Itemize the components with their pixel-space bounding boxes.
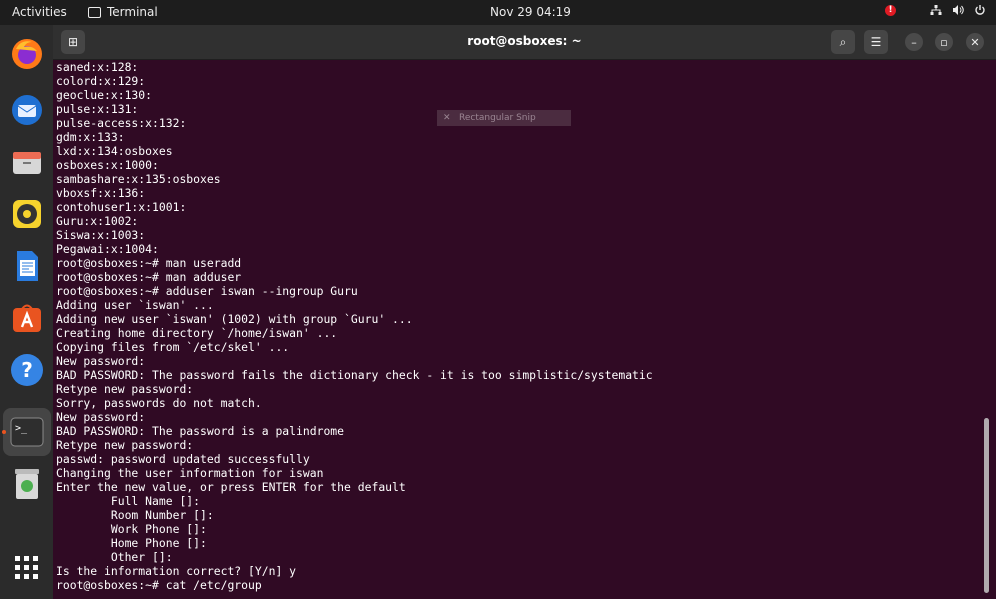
snip-label: Rectangular Snip (459, 113, 536, 123)
terminal-icon[interactable]: >_ (8, 413, 46, 451)
terminal-line: gdm:x:133: (56, 130, 125, 144)
terminal-line: Creating home directory `/home/iswan' ..… (56, 326, 338, 340)
terminal-line: root@osboxes:~# man useradd (56, 256, 242, 270)
terminal-line: Home Phone []: (56, 536, 207, 550)
header-bar: ⊞ root@osboxes: ~ ⌕ ☰ – ▫ ✕ (53, 25, 996, 60)
terminal-line: lxd:x:134:osboxes (56, 144, 173, 158)
terminal-window: ⊞ root@osboxes: ~ ⌕ ☰ – ▫ ✕ saned:x:128:… (53, 25, 996, 599)
terminal-line: Adding user `iswan' ... (56, 298, 214, 312)
terminal-line: saned:x:128: (56, 60, 139, 74)
terminal-line: Sorry, passwords do not match. (56, 396, 262, 410)
terminal-line: Other []: (56, 550, 173, 564)
terminal-line: root@osboxes:~# man adduser (56, 270, 242, 284)
terminal-line: root@osboxes:~# adduser iswan --ingroup … (56, 284, 358, 298)
software-icon[interactable] (8, 299, 46, 337)
dock: ? >_ (0, 25, 53, 604)
terminal-line: passwd: password updated successfully (56, 452, 310, 466)
network-icon[interactable] (930, 4, 942, 16)
terminal-line: Siswa:x:1003: (56, 228, 146, 242)
search-button[interactable]: ⌕ (831, 30, 855, 54)
terminal-line: osboxes:x:1000: (56, 158, 159, 172)
running-indicator (2, 430, 6, 434)
terminal-line: vboxsf:x:136: (56, 186, 146, 200)
terminal-line: Retype new password: (56, 438, 194, 452)
power-icon[interactable] (974, 4, 986, 16)
terminal-small-icon (88, 6, 101, 18)
terminal-line: Guru:x:1002: (56, 214, 139, 228)
terminal-line: Enter the new value, or press ENTER for … (56, 480, 406, 494)
snip-close-icon[interactable]: ✕ (443, 110, 451, 126)
search-icon: ⌕ (839, 34, 847, 49)
close-button[interactable]: ✕ (966, 33, 984, 51)
terminal-line: Pegawai:x:1004: (56, 242, 159, 256)
app-menu[interactable]: Terminal (88, 5, 158, 19)
terminal-line: colord:x:129: (56, 74, 146, 88)
terminal-output[interactable]: saned:x:128: colord:x:129: geoclue:x:130: p… (56, 60, 976, 597)
volume-icon[interactable] (952, 4, 964, 16)
activities-button[interactable]: Activities (12, 5, 67, 19)
alert-icon[interactable]: ! (885, 4, 896, 16)
terminal-line: contohuser1:x:1001: (56, 200, 187, 214)
terminal-line: Changing the user information for iswan (56, 466, 324, 480)
hamburger-menu-icon: ☰ (870, 35, 882, 49)
writer-icon[interactable] (8, 247, 46, 285)
maximize-button[interactable]: ▫ (935, 33, 953, 51)
trash-icon[interactable] (8, 465, 46, 503)
thunderbird-icon[interactable] (8, 91, 46, 129)
terminal-line: geoclue:x:130: (56, 88, 153, 102)
svg-text:>_: >_ (15, 423, 28, 434)
terminal-line: BAD PASSWORD: The password is a palindro… (56, 424, 345, 438)
minimize-icon: – (911, 35, 917, 49)
terminal-line: BAD PASSWORD: The password fails the dic… (56, 368, 653, 382)
rhythmbox-icon[interactable] (8, 195, 46, 233)
screen-edge-right (996, 0, 1002, 604)
terminal-line: Full Name []: (56, 494, 201, 508)
app-menu-label: Terminal (107, 5, 158, 19)
terminal-line: root@osboxes:~# cat /etc/group (56, 578, 262, 592)
terminal-line: New password: (56, 410, 146, 424)
svg-text:?: ? (21, 358, 33, 382)
terminal-line: Copying files from `/etc/skel' ... (56, 340, 290, 354)
close-icon: ✕ (970, 35, 980, 49)
terminal-line: Room Number []: (56, 508, 214, 522)
system-tray[interactable]: ! (885, 4, 986, 16)
terminal-line: Is the information correct? [Y/n] y (56, 564, 297, 578)
terminal-scrollbar[interactable] (984, 418, 989, 593)
terminal-line: sambashare:x:135:osboxes (56, 172, 221, 186)
terminal-line: Work Phone []: (56, 522, 207, 536)
menu-button[interactable]: ☰ (864, 30, 888, 54)
terminal-line: Adding new user `iswan' (1002) with grou… (56, 312, 413, 326)
screen-edge-bottom (0, 599, 1002, 604)
terminal-line: Retype new password: (56, 382, 194, 396)
terminal-line: New password: (56, 354, 146, 368)
show-apps-icon[interactable] (8, 549, 46, 587)
clock[interactable]: Nov 29 04:19 (490, 5, 571, 19)
firefox-icon[interactable] (8, 35, 46, 73)
top-bar: Activities Terminal Nov 29 04:19 ! (0, 0, 996, 25)
rectangular-snip-tooltip[interactable]: ✕ Rectangular Snip (437, 110, 571, 126)
help-icon[interactable]: ? (8, 351, 46, 389)
maximize-icon: ▫ (940, 35, 948, 49)
files-icon[interactable] (8, 143, 46, 181)
minimize-button[interactable]: – (905, 33, 923, 51)
